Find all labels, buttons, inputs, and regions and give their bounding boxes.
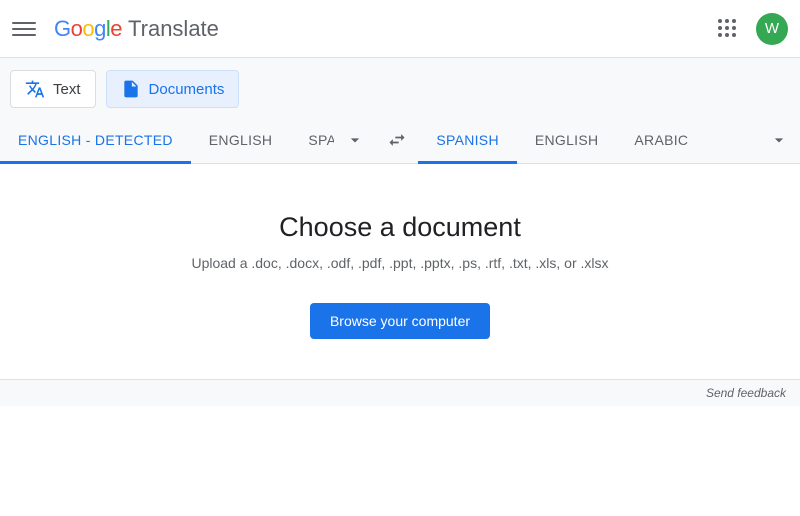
main-content: Choose a document Upload a .doc, .docx, … (0, 164, 800, 379)
google-logo: Google (54, 16, 122, 42)
upload-hint: Upload a .doc, .docx, .odf, .pdf, .ppt, … (20, 255, 780, 271)
target-tab-arabic[interactable]: ARABIC (616, 116, 706, 163)
avatar[interactable]: W (756, 13, 788, 45)
source-tab-spanish[interactable]: SPA (290, 116, 334, 163)
translate-icon (25, 79, 45, 99)
mode-row: Text Documents (0, 58, 800, 116)
send-feedback-link[interactable]: Send feedback (706, 386, 786, 400)
apps-icon[interactable] (716, 17, 740, 41)
documents-mode-label: Documents (149, 81, 225, 98)
swap-icon (387, 130, 407, 150)
menu-icon[interactable] (12, 17, 36, 41)
target-tab-spanish[interactable]: SPANISH (418, 116, 517, 163)
document-icon (121, 79, 141, 99)
target-languages: SPANISH ENGLISH ARABIC (418, 116, 706, 163)
text-mode-button[interactable]: Text (10, 70, 96, 108)
page-title: Choose a document (20, 212, 780, 243)
footer: Send feedback (0, 379, 800, 406)
chevron-down-icon (769, 130, 789, 150)
logo[interactable]: Google Translate (54, 16, 219, 42)
browse-button[interactable]: Browse your computer (310, 303, 490, 339)
documents-mode-button[interactable]: Documents (106, 70, 240, 108)
source-dropdown-icon[interactable] (334, 116, 376, 163)
header: Google Translate W (0, 0, 800, 58)
logo-translate-text: Translate (128, 16, 219, 42)
source-tab-english[interactable]: ENGLISH (191, 116, 291, 163)
swap-languages-button[interactable] (376, 116, 418, 163)
chevron-down-icon (345, 130, 365, 150)
source-languages: ENGLISH - DETECTED ENGLISH SPA (0, 116, 376, 163)
text-mode-label: Text (53, 81, 81, 98)
language-bar: ENGLISH - DETECTED ENGLISH SPA SPANISH E… (0, 116, 800, 164)
target-dropdown-icon[interactable] (758, 116, 800, 163)
source-tab-detected[interactable]: ENGLISH - DETECTED (0, 116, 191, 163)
target-tab-english[interactable]: ENGLISH (517, 116, 617, 163)
avatar-initial: W (765, 20, 779, 37)
